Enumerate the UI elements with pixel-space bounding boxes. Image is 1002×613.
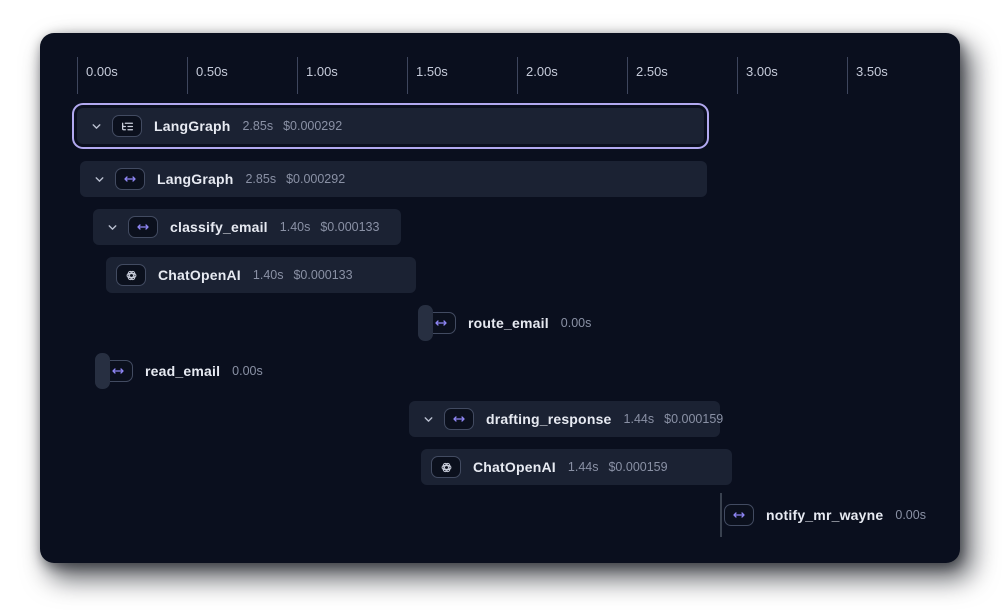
span-name: ChatOpenAI [473, 459, 556, 475]
span-cost: $0.000159 [664, 412, 723, 426]
span-row-notify_mr_wayne[interactable]: notify_mr_wayne 0.00s [720, 497, 926, 533]
span-duration: 2.85s [245, 172, 276, 186]
timeline-tick [407, 57, 408, 94]
timeline-tick [737, 57, 738, 94]
move-horizontal-icon [452, 413, 466, 425]
span-zero-duration-line-group[interactable]: notify_mr_wayne 0.00s [720, 497, 926, 533]
span-type-badge [444, 408, 474, 430]
span-duration: 0.00s [232, 364, 263, 378]
timeline-tick-label: 0.00s [86, 64, 118, 79]
span-type-badge [116, 264, 146, 286]
expand-collapse-chevron[interactable] [103, 218, 121, 236]
span-row-ChatOpenAI[interactable]: ChatOpenAI 1.40s $0.000133 [106, 257, 416, 293]
chevron-down-icon [93, 173, 106, 186]
span-row-ChatOpenAI[interactable]: ChatOpenAI 1.44s $0.000159 [421, 449, 732, 485]
span-line-marker [720, 493, 722, 537]
span-name: drafting_response [486, 411, 612, 427]
span-bar[interactable]: ChatOpenAI 1.44s $0.000159 [421, 449, 732, 485]
span-bar[interactable]: LangGraph 2.85s $0.000292 [77, 108, 704, 144]
chevron-down-icon [422, 413, 435, 426]
span-pill-marker [95, 353, 110, 389]
openai-icon [440, 461, 453, 474]
span-cost: $0.000292 [283, 119, 342, 133]
move-horizontal-icon [434, 317, 448, 329]
timeline-tick-label: 3.00s [746, 64, 778, 79]
span-bar[interactable]: LangGraph 2.85s $0.000292 [80, 161, 707, 197]
trace-waterfall-panel: 0.00s 0.50s 1.00s 1.50s 2.00s 2.50s 3.00s 3.50s… [40, 33, 960, 563]
span-cost: $0.000159 [608, 460, 667, 474]
span-type-badge [724, 504, 754, 526]
timeline-tick-label: 1.00s [306, 64, 338, 79]
timeline-tick-label: 1.50s [416, 64, 448, 79]
timeline-tick [627, 57, 628, 94]
span-row-read_email[interactable]: read_email 0.00s [95, 353, 263, 389]
timeline-tick [297, 57, 298, 94]
span-bar[interactable]: classify_email 1.40s $0.000133 [93, 209, 401, 245]
span-name: LangGraph [154, 118, 230, 134]
span-cost: $0.000292 [286, 172, 345, 186]
span-duration: 1.44s [624, 412, 655, 426]
span-type-badge [115, 168, 145, 190]
move-horizontal-icon [136, 221, 150, 233]
timeline-tick-label: 0.50s [196, 64, 228, 79]
timeline-tick [517, 57, 518, 94]
expand-collapse-chevron[interactable] [90, 170, 108, 188]
span-row-LangGraph[interactable]: LangGraph 2.85s $0.000292 [80, 161, 707, 197]
chevron-down-icon [106, 221, 119, 234]
move-horizontal-icon [732, 509, 746, 521]
openai-icon [125, 269, 138, 282]
span-duration: 1.40s [280, 220, 311, 234]
list-tree-icon [121, 120, 134, 133]
timeline-tick-label: 3.50s [856, 64, 888, 79]
expand-collapse-chevron[interactable] [87, 117, 105, 135]
timeline-tick [847, 57, 848, 94]
move-horizontal-icon [111, 365, 125, 377]
span-duration: 0.00s [895, 508, 926, 522]
span-duration: 0.00s [561, 316, 592, 330]
span-name: classify_email [170, 219, 268, 235]
span-zero-duration-pill-group[interactable]: read_email 0.00s [95, 353, 263, 389]
timeline-tick [187, 57, 188, 94]
span-name: route_email [468, 315, 549, 331]
span-row-LangGraph[interactable]: LangGraph 2.85s $0.000292 [77, 108, 704, 144]
span-duration: 1.40s [253, 268, 284, 282]
span-bar[interactable]: drafting_response 1.44s $0.000159 [409, 401, 720, 437]
span-type-badge [128, 216, 158, 238]
span-cost: $0.000133 [320, 220, 379, 234]
timeline-tick [77, 57, 78, 94]
span-duration: 2.85s [242, 119, 273, 133]
span-bar[interactable]: ChatOpenAI 1.40s $0.000133 [106, 257, 416, 293]
span-name: notify_mr_wayne [766, 507, 883, 523]
span-row-classify_email[interactable]: classify_email 1.40s $0.000133 [93, 209, 401, 245]
span-row-drafting_response[interactable]: drafting_response 1.44s $0.000159 [409, 401, 720, 437]
span-cost: $0.000133 [293, 268, 352, 282]
move-horizontal-icon [123, 173, 137, 185]
span-name: LangGraph [157, 171, 233, 187]
span-name: read_email [145, 363, 220, 379]
timeline-tick-label: 2.50s [636, 64, 668, 79]
expand-collapse-chevron[interactable] [419, 410, 437, 428]
span-type-badge [112, 115, 142, 137]
span-type-badge [431, 456, 461, 478]
timeline-tick-label: 2.00s [526, 64, 558, 79]
span-name: ChatOpenAI [158, 267, 241, 283]
chevron-down-icon [90, 120, 103, 133]
span-duration: 1.44s [568, 460, 599, 474]
span-row-route_email[interactable]: route_email 0.00s [418, 305, 591, 341]
span-pill-marker [418, 305, 433, 341]
span-zero-duration-pill-group[interactable]: route_email 0.00s [418, 305, 591, 341]
